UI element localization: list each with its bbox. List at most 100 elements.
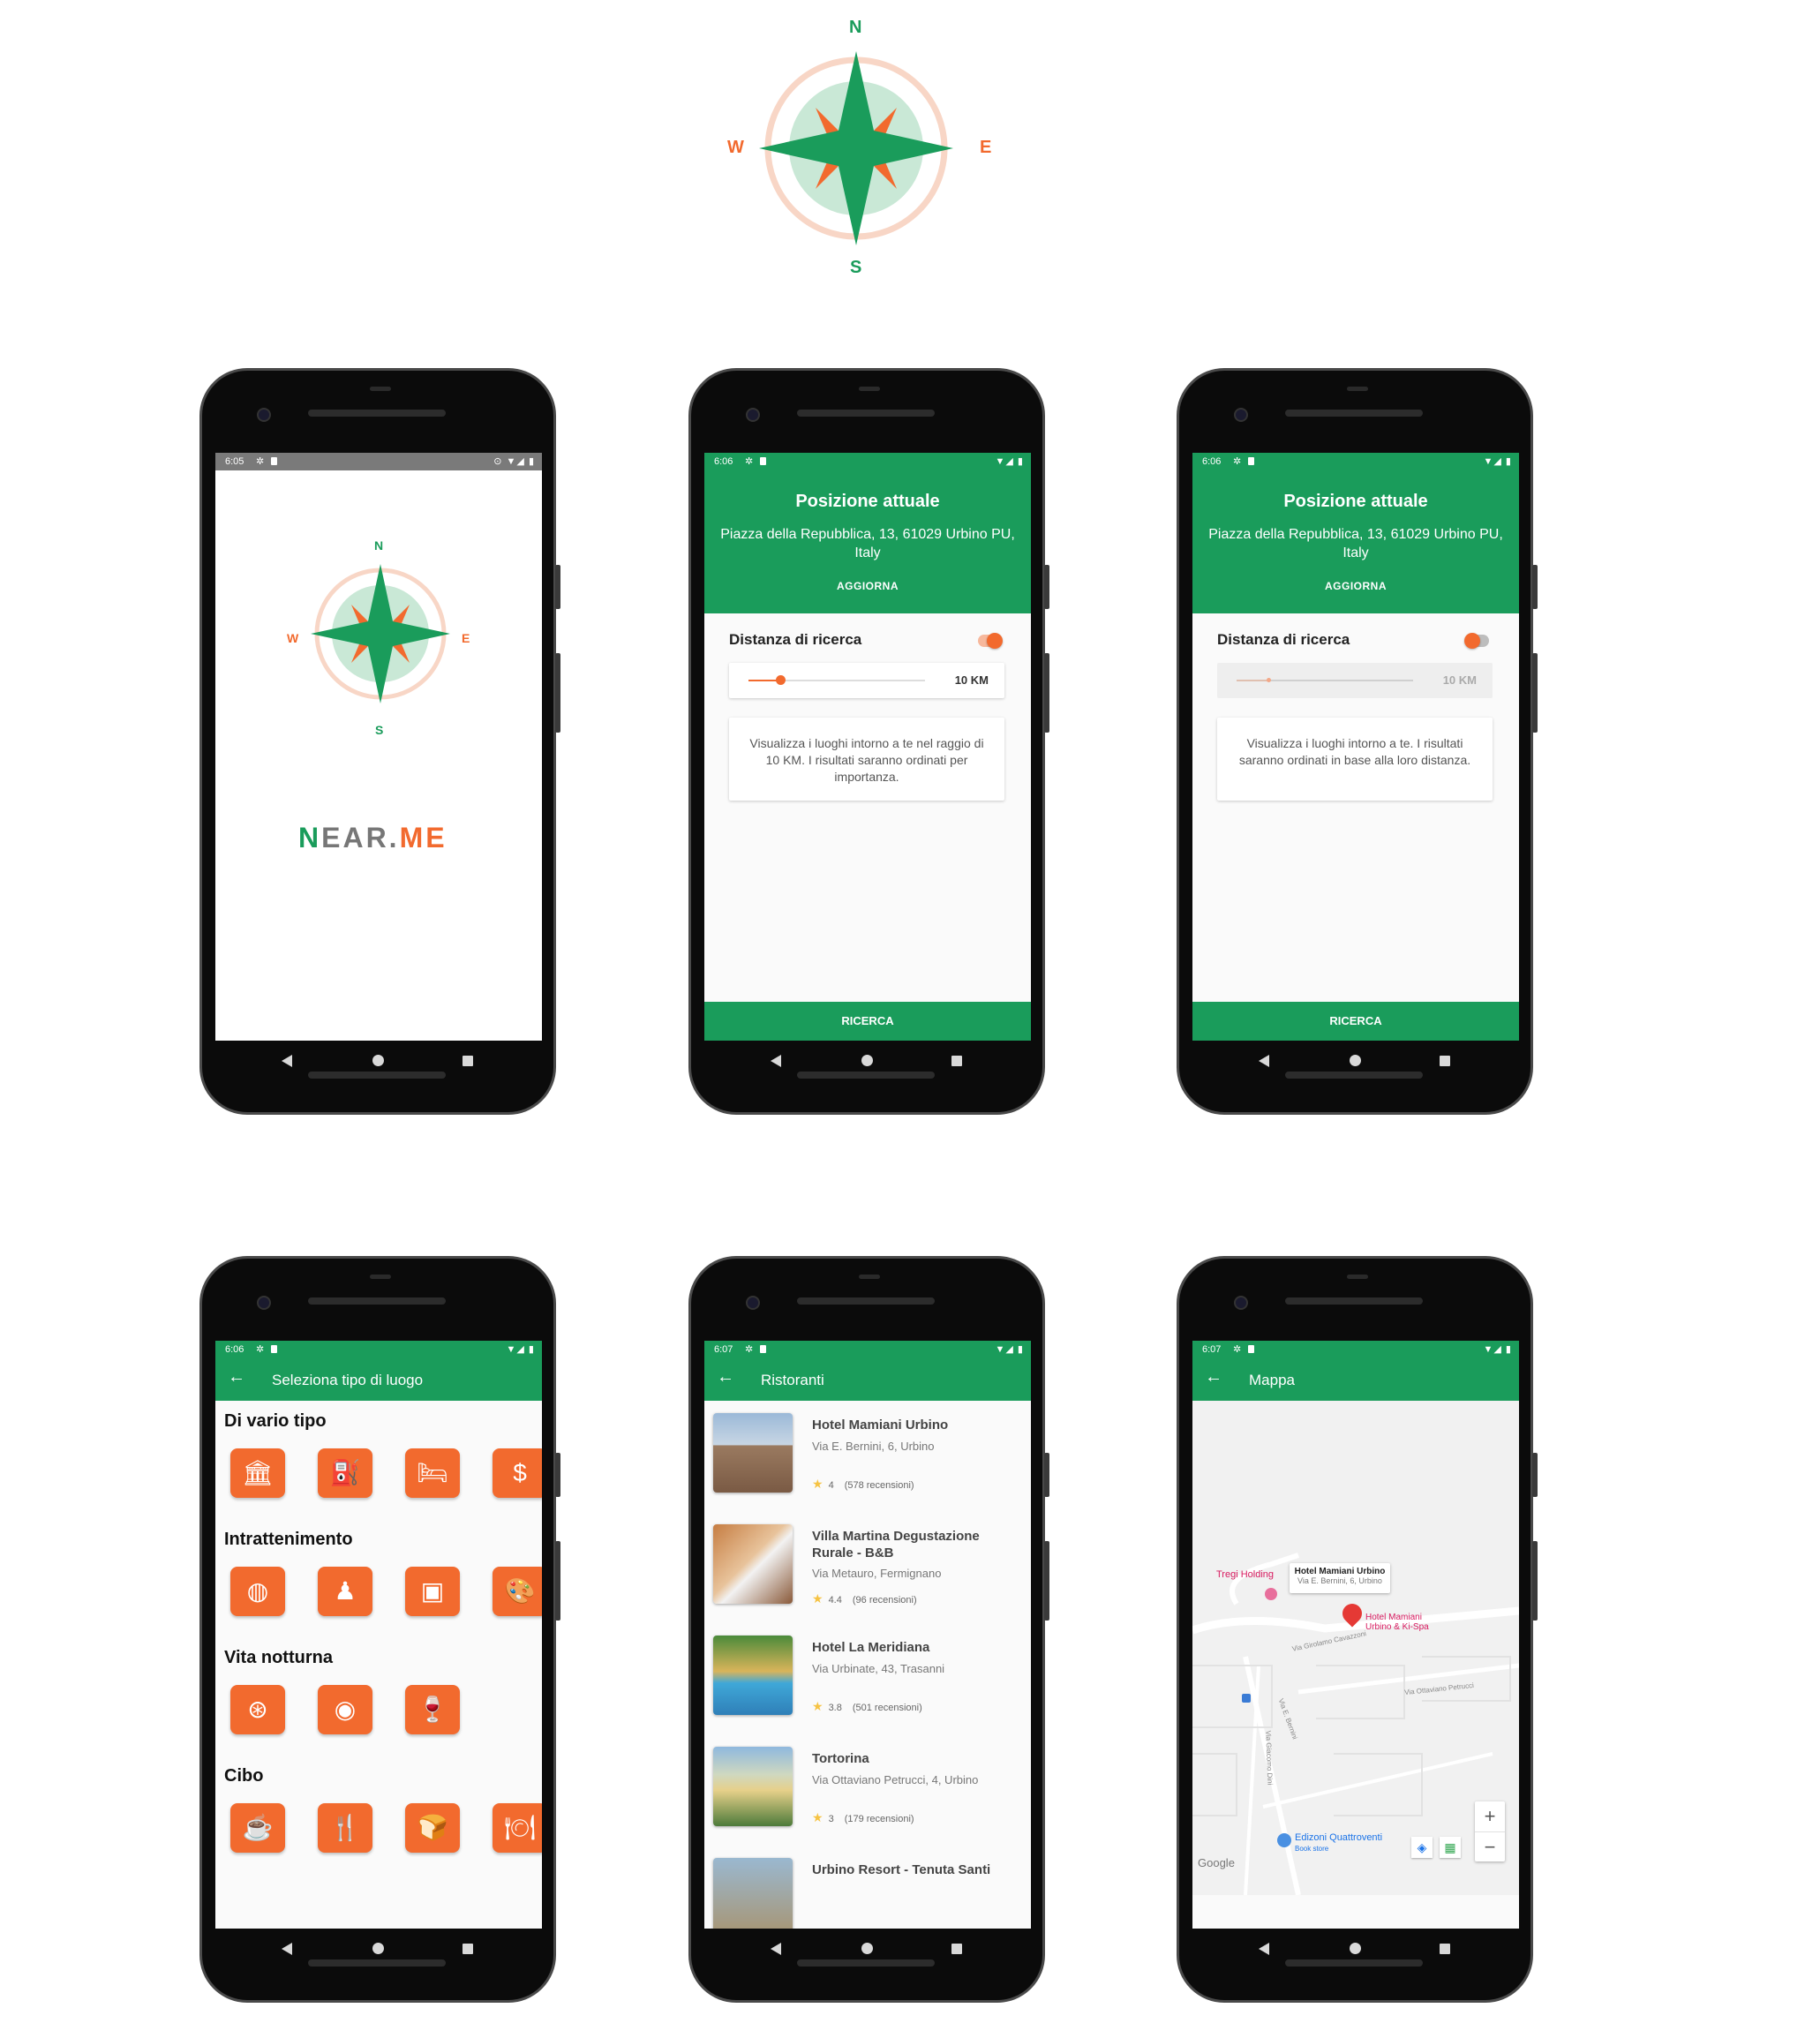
list-item[interactable]: Urbino Resort - Tenuta Santi <box>704 1846 1031 1929</box>
sd-card-icon <box>1248 1345 1254 1353</box>
phone-results-list: 6:07 ✲ ▼◢ ▮ ← Ristoranti Hotel Mamiani U… <box>688 1256 1049 2003</box>
sd-card-icon <box>271 457 277 465</box>
update-button[interactable]: AGGIORNA <box>704 580 1031 592</box>
poi-label: Tregi Holding <box>1216 1569 1275 1580</box>
back-arrow-icon[interactable]: ← <box>1205 1367 1222 1388</box>
home-icon[interactable] <box>1350 1943 1361 1954</box>
phone-categories: 6:06 ✲ ▼◢ ▮ ← Seleziona tipo di luogo Di… <box>199 1256 560 2003</box>
cinema-icon[interactable]: ▣ <box>405 1567 460 1616</box>
list-item[interactable]: Villa Martina Degustazione Rurale - B&B … <box>704 1512 1031 1623</box>
marker-info-window[interactable]: Hotel Mamiani Urbino Via E. Bernini, 6, … <box>1290 1563 1390 1593</box>
bank-icon[interactable]: 🏛 <box>230 1448 285 1498</box>
home-icon[interactable] <box>1350 1055 1361 1066</box>
signal-icon: ▼◢ ▮ <box>1483 1344 1512 1355</box>
home-icon[interactable] <box>372 1943 384 1954</box>
west-label: W <box>727 138 744 157</box>
zoom-out-button[interactable]: − <box>1475 1832 1505 1861</box>
back-icon[interactable] <box>1259 1055 1269 1067</box>
distance-toggle[interactable] <box>1464 633 1489 649</box>
app-bar-title: Seleziona tipo di luogo <box>272 1372 424 1388</box>
status-bar: 6:06 ✲ ▼◢ ▮ <box>1192 453 1519 470</box>
recent-apps-icon[interactable] <box>951 1056 962 1066</box>
back-arrow-icon[interactable]: ← <box>717 1367 734 1388</box>
money-icon[interactable]: $ <box>493 1448 542 1498</box>
app-bar: ← Mappa <box>1192 1358 1519 1401</box>
list-item[interactable]: Tortorina Via Ottaviano Petrucci, 4, Urb… <box>704 1734 1031 1846</box>
home-icon[interactable] <box>861 1943 873 1954</box>
home-icon[interactable] <box>861 1055 873 1066</box>
results-screen: 6:07 ✲ ▼◢ ▮ ← Ristoranti Hotel Mamiani U… <box>704 1341 1031 1929</box>
app-name: NEAR.ME <box>298 822 447 854</box>
list-item[interactable]: Hotel La Meridiana Via Urbinate, 43, Tra… <box>704 1623 1031 1734</box>
place-rating: ★ 3.8 (501 recensioni) <box>812 1699 922 1713</box>
recent-apps-icon[interactable] <box>1440 1056 1450 1066</box>
directions-icon[interactable]: ◈ <box>1411 1837 1433 1858</box>
google-logo: Google <box>1198 1856 1235 1869</box>
poi-label: Edizoni Quattroventi <box>1295 1832 1383 1843</box>
aquarium-icon[interactable]: ◍ <box>230 1567 285 1616</box>
north-label: N <box>849 18 862 37</box>
phone-position-a: 6:06 ✲ ▼◢ ▮ Posizione attuale Piazza del… <box>688 368 1049 1115</box>
map-view[interactable]: Hotel Mamiani Urbino Via E. Bernini, 6, … <box>1192 1401 1519 1896</box>
signal-icon: ▼◢ ▮ <box>506 1344 535 1355</box>
distance-toggle[interactable] <box>978 633 1003 649</box>
recent-apps-icon[interactable] <box>463 1056 473 1066</box>
back-icon[interactable] <box>282 1943 292 1955</box>
settings-icon: ✲ <box>745 456 754 467</box>
home-icon[interactable] <box>372 1055 384 1066</box>
list-item[interactable]: Hotel Mamiani Urbino Via E. Bernini, 6, … <box>704 1401 1031 1512</box>
place-rating: ★ 4.4 (96 recensioni) <box>812 1591 917 1606</box>
distance-value: 10 KM <box>954 673 989 687</box>
app-bar-title: Mappa <box>1249 1372 1295 1388</box>
settings-icon: ✲ <box>1233 1344 1242 1355</box>
cafe-icon[interactable]: ☕ <box>230 1803 285 1853</box>
signal-icon: ▼◢ ▮ <box>995 456 1024 467</box>
restaurant-icon[interactable]: 🍽 <box>493 1803 542 1853</box>
compass-rose-icon <box>311 564 450 703</box>
place-photo <box>713 1747 793 1826</box>
current-address: Piazza della Repubblica, 13, 61029 Urbin… <box>1208 527 1503 560</box>
recent-apps-icon[interactable] <box>1440 1944 1450 1954</box>
category-screen: 6:06 ✲ ▼◢ ▮ ← Seleziona tipo di luogo Di… <box>215 1341 542 1929</box>
zoom-in-button[interactable]: + <box>1475 1801 1505 1832</box>
back-icon[interactable] <box>771 1943 781 1955</box>
night-club-disc-icon[interactable]: ◉ <box>318 1685 372 1734</box>
phone-position-b: 6:06 ✲ ▼◢ ▮ Posizione attuale Piazza del… <box>1177 368 1538 1115</box>
meal-takeaway-icon[interactable]: 🍴 <box>318 1803 372 1853</box>
distance-slider[interactable] <box>748 675 925 685</box>
back-icon[interactable] <box>282 1055 292 1067</box>
location-header: Posizione attuale Piazza della Repubblic… <box>1192 470 1519 613</box>
bowling-icon[interactable]: ♟ <box>318 1567 372 1616</box>
search-button[interactable]: RICERCA <box>1192 1002 1519 1041</box>
casino-chip-icon[interactable]: ⊛ <box>230 1685 285 1734</box>
status-bar: 6:07 ✲ ▼◢ ▮ <box>704 1341 1031 1358</box>
back-icon[interactable] <box>771 1055 781 1067</box>
bar-wine-icon[interactable]: 🍷 <box>405 1685 460 1734</box>
search-button[interactable]: RICERCA <box>704 1002 1031 1041</box>
bakery-icon[interactable]: 🍞 <box>405 1803 460 1853</box>
header-title: Posizione attuale <box>795 492 940 511</box>
compass-rose-icon <box>759 51 953 245</box>
art-palette-icon[interactable]: 🎨 <box>493 1567 542 1616</box>
star-icon: ★ <box>812 1477 824 1491</box>
store-pin-icon <box>1277 1833 1291 1847</box>
position-screen: 6:06 ✲ ▼◢ ▮ Posizione attuale Piazza del… <box>1192 453 1519 1041</box>
poi-pin-icon <box>1265 1588 1277 1600</box>
status-time: 6:06 <box>1202 456 1222 467</box>
back-icon[interactable] <box>1259 1943 1269 1955</box>
update-button[interactable]: AGGIORNA <box>1192 580 1519 592</box>
status-time: 6:07 <box>714 1344 733 1355</box>
info-card: Visualizza i luoghi intorno a te. I risu… <box>1217 718 1493 801</box>
recent-apps-icon[interactable] <box>463 1944 473 1954</box>
back-arrow-icon[interactable]: ← <box>228 1367 245 1388</box>
recent-apps-icon[interactable] <box>951 1944 962 1954</box>
open-maps-icon[interactable]: ▦ <box>1440 1837 1461 1858</box>
hotel-bed-icon[interactable]: 🛏 <box>405 1448 460 1498</box>
place-rating: ★ 3 (179 recensioni) <box>812 1810 914 1824</box>
distance-slider[interactable] <box>1237 678 1413 682</box>
signal-icon: ⊙ ▼◢ ▮ <box>493 456 535 467</box>
gas-station-icon[interactable]: ⛽ <box>318 1448 372 1498</box>
poi-label: Hotel Mamiani Urbino & Ki-Spa <box>1365 1613 1429 1632</box>
distance-slider-card: 10 KM <box>729 663 1004 698</box>
info-text: Visualizza i luoghi intorno a te nel rag… <box>749 736 984 784</box>
